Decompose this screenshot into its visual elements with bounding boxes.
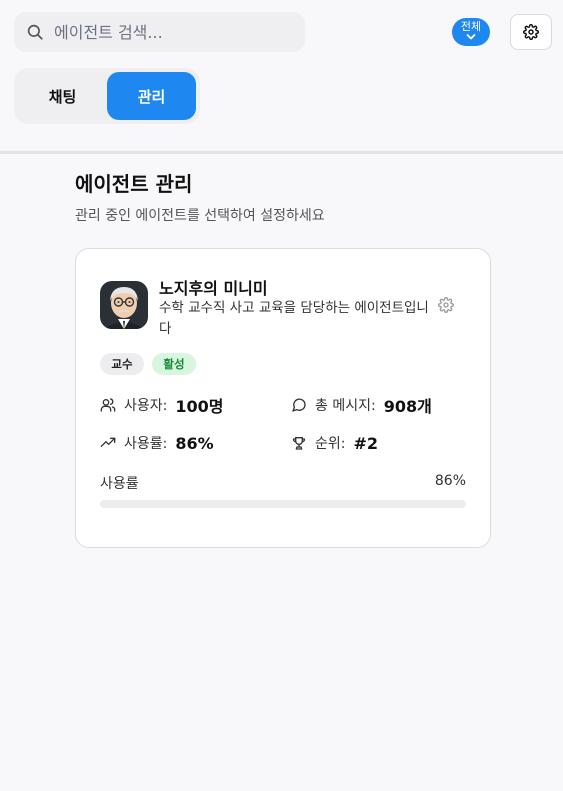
chevron-down-icon: [466, 34, 476, 40]
rank-label: 순위:: [315, 436, 346, 452]
search-icon: [27, 24, 43, 40]
usage-value: 86%: [175, 433, 214, 453]
users-value: 100명: [175, 397, 224, 416]
agent-name: 노지후의 미니미: [159, 279, 268, 298]
stat-messages: 총 메시지: 908개: [291, 393, 432, 417]
agent-description: 수학 교수직 사고 교육을 담당하는 에이전트입니다: [159, 300, 429, 337]
trophy-icon: [292, 437, 306, 450]
top-bar: 전체 채팅 관리: [0, 0, 563, 154]
usage-progress-value: 86%: [434, 473, 466, 489]
message-circle-icon: [292, 398, 306, 412]
users-label: 사용자:: [124, 398, 168, 414]
search-input[interactable]: [54, 12, 294, 52]
usage-progress-bar: [100, 500, 466, 508]
filter-label: 전체: [460, 20, 482, 33]
page-subtitle: 관리 중인 에이전트를 선택하여 설정하세요: [75, 208, 325, 224]
mode-tabs: 채팅 관리: [14, 68, 200, 124]
usage-label: 사용률:: [124, 436, 168, 452]
messages-value: 908개: [383, 397, 432, 416]
status-badge: 활성: [152, 353, 196, 375]
messages-label: 총 메시지:: [315, 398, 376, 414]
page-title: 에이전트 관리: [75, 172, 193, 196]
stat-users: 사용자: 100명: [100, 393, 223, 417]
stat-usage: 사용률: 86%: [100, 433, 214, 453]
tab-chat[interactable]: 채팅: [18, 72, 107, 120]
rank-value: #2: [353, 433, 379, 453]
users-icon: [100, 398, 116, 412]
usage-progress-fill: [100, 500, 415, 508]
filter-dropdown-button[interactable]: 전체: [452, 18, 490, 46]
agent-avatar: [100, 281, 148, 329]
search-box[interactable]: [14, 12, 305, 52]
settings-button[interactable]: [510, 14, 552, 50]
gear-icon: [523, 24, 539, 40]
trending-up-icon: [100, 437, 116, 447]
agent-card[interactable]: 노지후의 미니미 수학 교수직 사고 교육을 담당하는 에이전트입니다 교수 활…: [75, 248, 491, 548]
usage-progress-label: 사용률: [100, 476, 139, 492]
role-badge: 교수: [100, 353, 144, 375]
agent-settings-icon[interactable]: [438, 297, 454, 313]
tab-manage[interactable]: 관리: [107, 72, 196, 120]
stat-rank: 순위: #2: [291, 433, 378, 453]
